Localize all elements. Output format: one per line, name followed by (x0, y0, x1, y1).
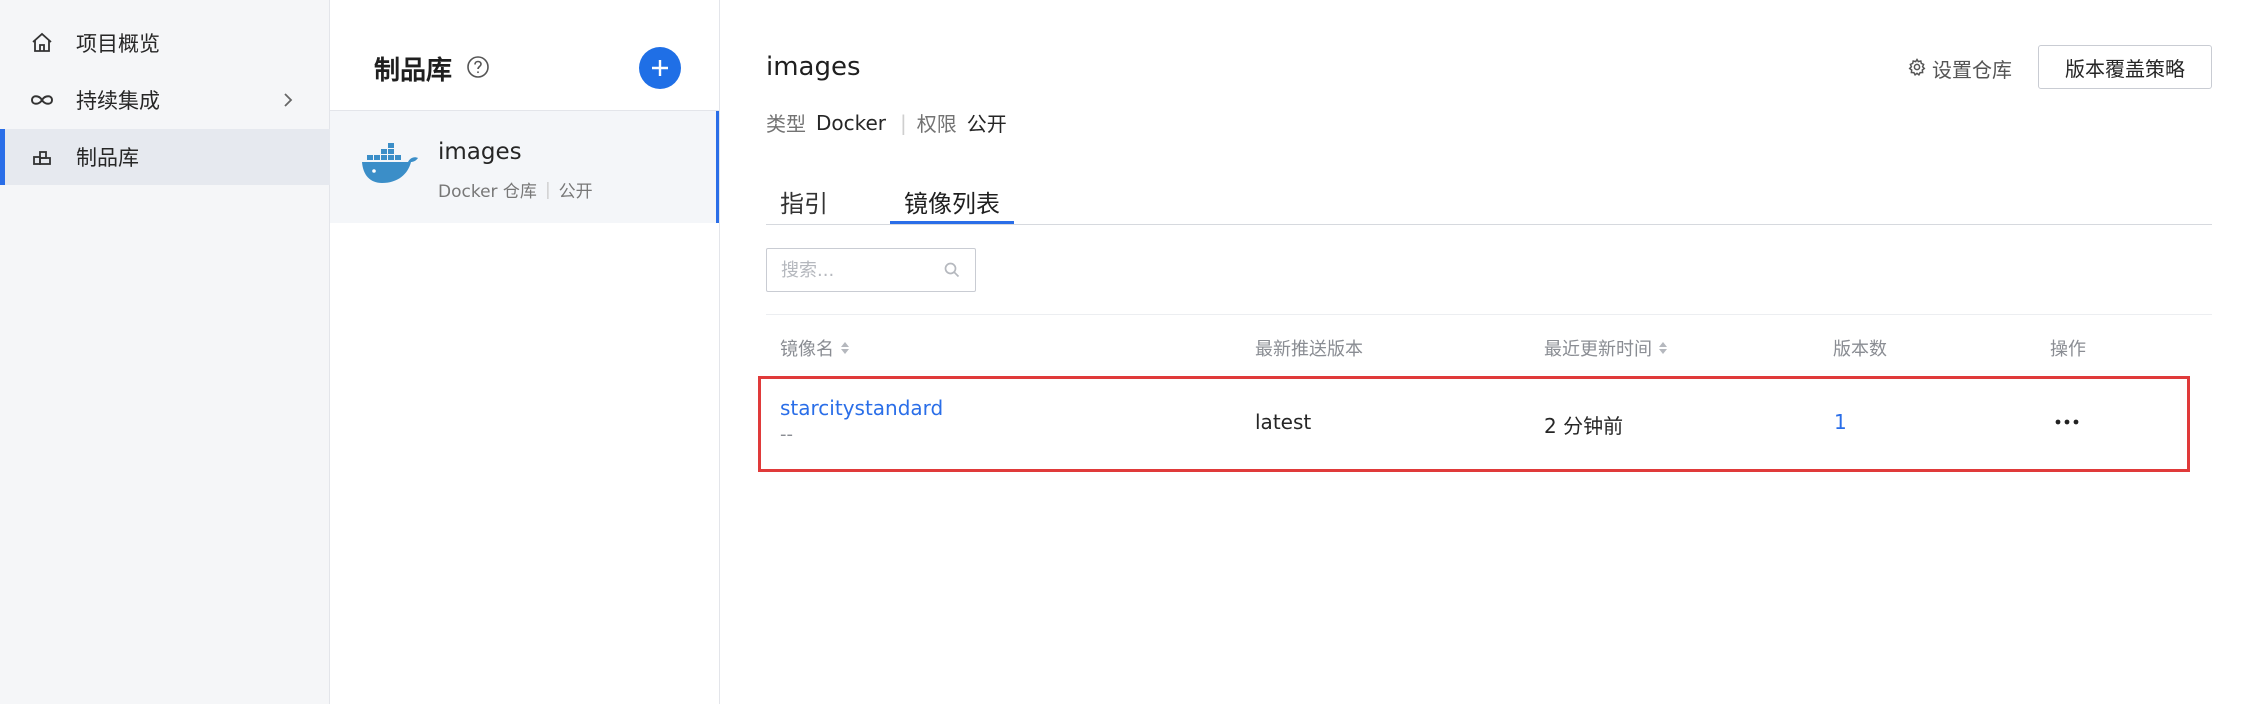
tab-image-list[interactable]: 镜像列表 (890, 184, 1014, 224)
column-header-updated-time[interactable]: 最近更新时间 (1544, 335, 1668, 361)
settings-repo-link[interactable]: 设置仓库 (1908, 54, 2012, 83)
separator: | (544, 179, 551, 200)
column-label: 最近更新时间 (1544, 339, 1652, 360)
panel-title: 制品库 (374, 56, 453, 86)
help-icon[interactable] (466, 55, 490, 79)
page-title: images (766, 52, 861, 82)
search-input[interactable] (767, 249, 965, 291)
sort-icon (1659, 342, 1667, 354)
home-icon (28, 29, 56, 57)
nav-item-label: 项目概览 (76, 32, 160, 56)
chevron-right-icon[interactable] (276, 88, 300, 112)
permission-value: 公开 (966, 112, 1007, 136)
column-header-actions: 操作 (2050, 335, 2086, 361)
nav-item-ci[interactable]: 持续集成 (0, 72, 330, 128)
column-label: 最新推送版本 (1255, 339, 1363, 360)
column-header-latest-version: 最新推送版本 (1255, 335, 1363, 361)
gear-icon (1908, 57, 1926, 81)
repo-meta: Docker 仓库 | 公开 (438, 177, 593, 203)
repo-visibility: 公开 (558, 182, 593, 202)
sort-icon (841, 342, 849, 354)
updated-time: 2 分钟前 (1544, 414, 1624, 438)
repo-name: images (438, 139, 522, 165)
more-actions-icon[interactable] (2052, 412, 2082, 432)
artifact-icon (28, 143, 56, 171)
main-content: images 类型 Docker | 权限 公开 设置仓库 版本覆盖策略 指引 … (720, 0, 2256, 704)
type-value: Docker (816, 110, 887, 135)
divider (766, 314, 2212, 315)
tab-guide[interactable]: 指引 (766, 184, 842, 224)
version-count-link[interactable]: 1 (1834, 410, 1847, 434)
repo-type: Docker 仓库 (438, 182, 537, 202)
repo-list-item[interactable]: images Docker 仓库 | 公开 (330, 111, 719, 223)
column-label: 镜像名 (780, 339, 834, 360)
nav-item-label: 制品库 (76, 146, 139, 170)
table-row[interactable] (758, 376, 2190, 472)
version-override-policy-button[interactable]: 版本覆盖策略 (2038, 45, 2212, 89)
nav-item-label: 持续集成 (76, 89, 160, 113)
column-header-version-count: 版本数 (1833, 335, 1887, 361)
search-box (766, 248, 976, 292)
nav-item-artifacts[interactable]: 制品库 (0, 129, 330, 185)
tab-bar: 指引 镜像列表 (766, 178, 2212, 225)
type-key: 类型 (766, 112, 806, 136)
image-name-link[interactable]: starcitystandard (780, 396, 943, 420)
column-label: 版本数 (1833, 339, 1887, 360)
nav-item-overview[interactable]: 项目概览 (0, 15, 330, 71)
left-nav: 项目概览 持续集成 制品库 (0, 0, 330, 704)
column-header-image-name[interactable]: 镜像名 (780, 335, 850, 361)
separator: | (900, 110, 907, 135)
repo-info: 类型 Docker | 权限 公开 (766, 108, 1011, 137)
settings-label: 设置仓库 (1932, 58, 2012, 82)
column-label: 操作 (2050, 339, 2086, 360)
docker-icon (360, 141, 420, 191)
search-icon[interactable] (943, 261, 961, 279)
infinity-icon (28, 86, 56, 114)
latest-version: latest (1255, 410, 1312, 434)
add-repo-button[interactable] (639, 47, 681, 89)
repo-list-panel: 制品库 images Docker 仓库 | 公开 (330, 0, 720, 704)
permission-key: 权限 (916, 112, 957, 136)
image-description: -- (780, 424, 793, 445)
